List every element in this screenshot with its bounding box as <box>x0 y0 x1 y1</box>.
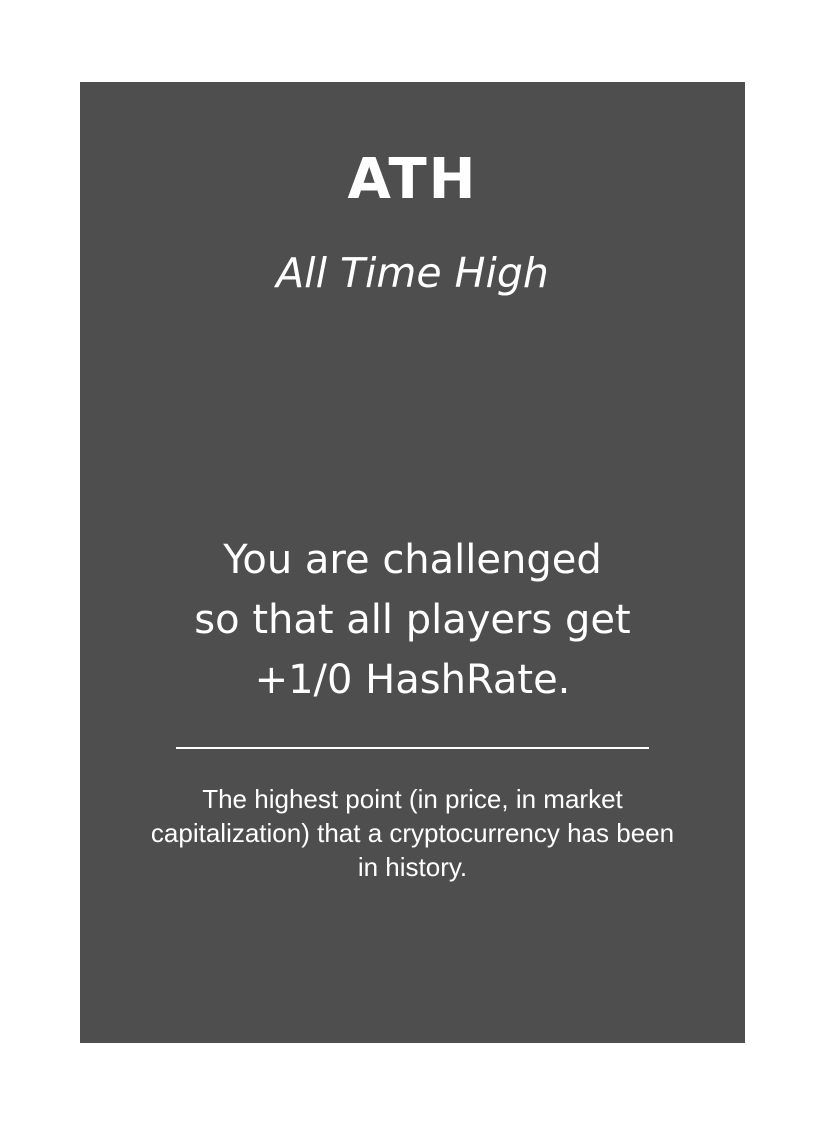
game-card[interactable]: ATH All Time High You are challenged so … <box>80 82 745 1043</box>
card-flavor-text: The highest point (in price, in market c… <box>150 784 675 882</box>
page: ATH All Time High You are challenged so … <box>0 0 825 1125</box>
card-effect-line: You are challenged <box>223 537 602 583</box>
card-effect-text: You are challenged so that all players g… <box>120 530 705 710</box>
card-divider <box>176 747 649 749</box>
card-subtitle: All Time High <box>276 249 549 297</box>
card-title: ATH <box>347 147 478 212</box>
card-effect-line: so that all players get <box>194 597 631 643</box>
card-effect-line: +1/0 HashRate. <box>254 657 571 703</box>
